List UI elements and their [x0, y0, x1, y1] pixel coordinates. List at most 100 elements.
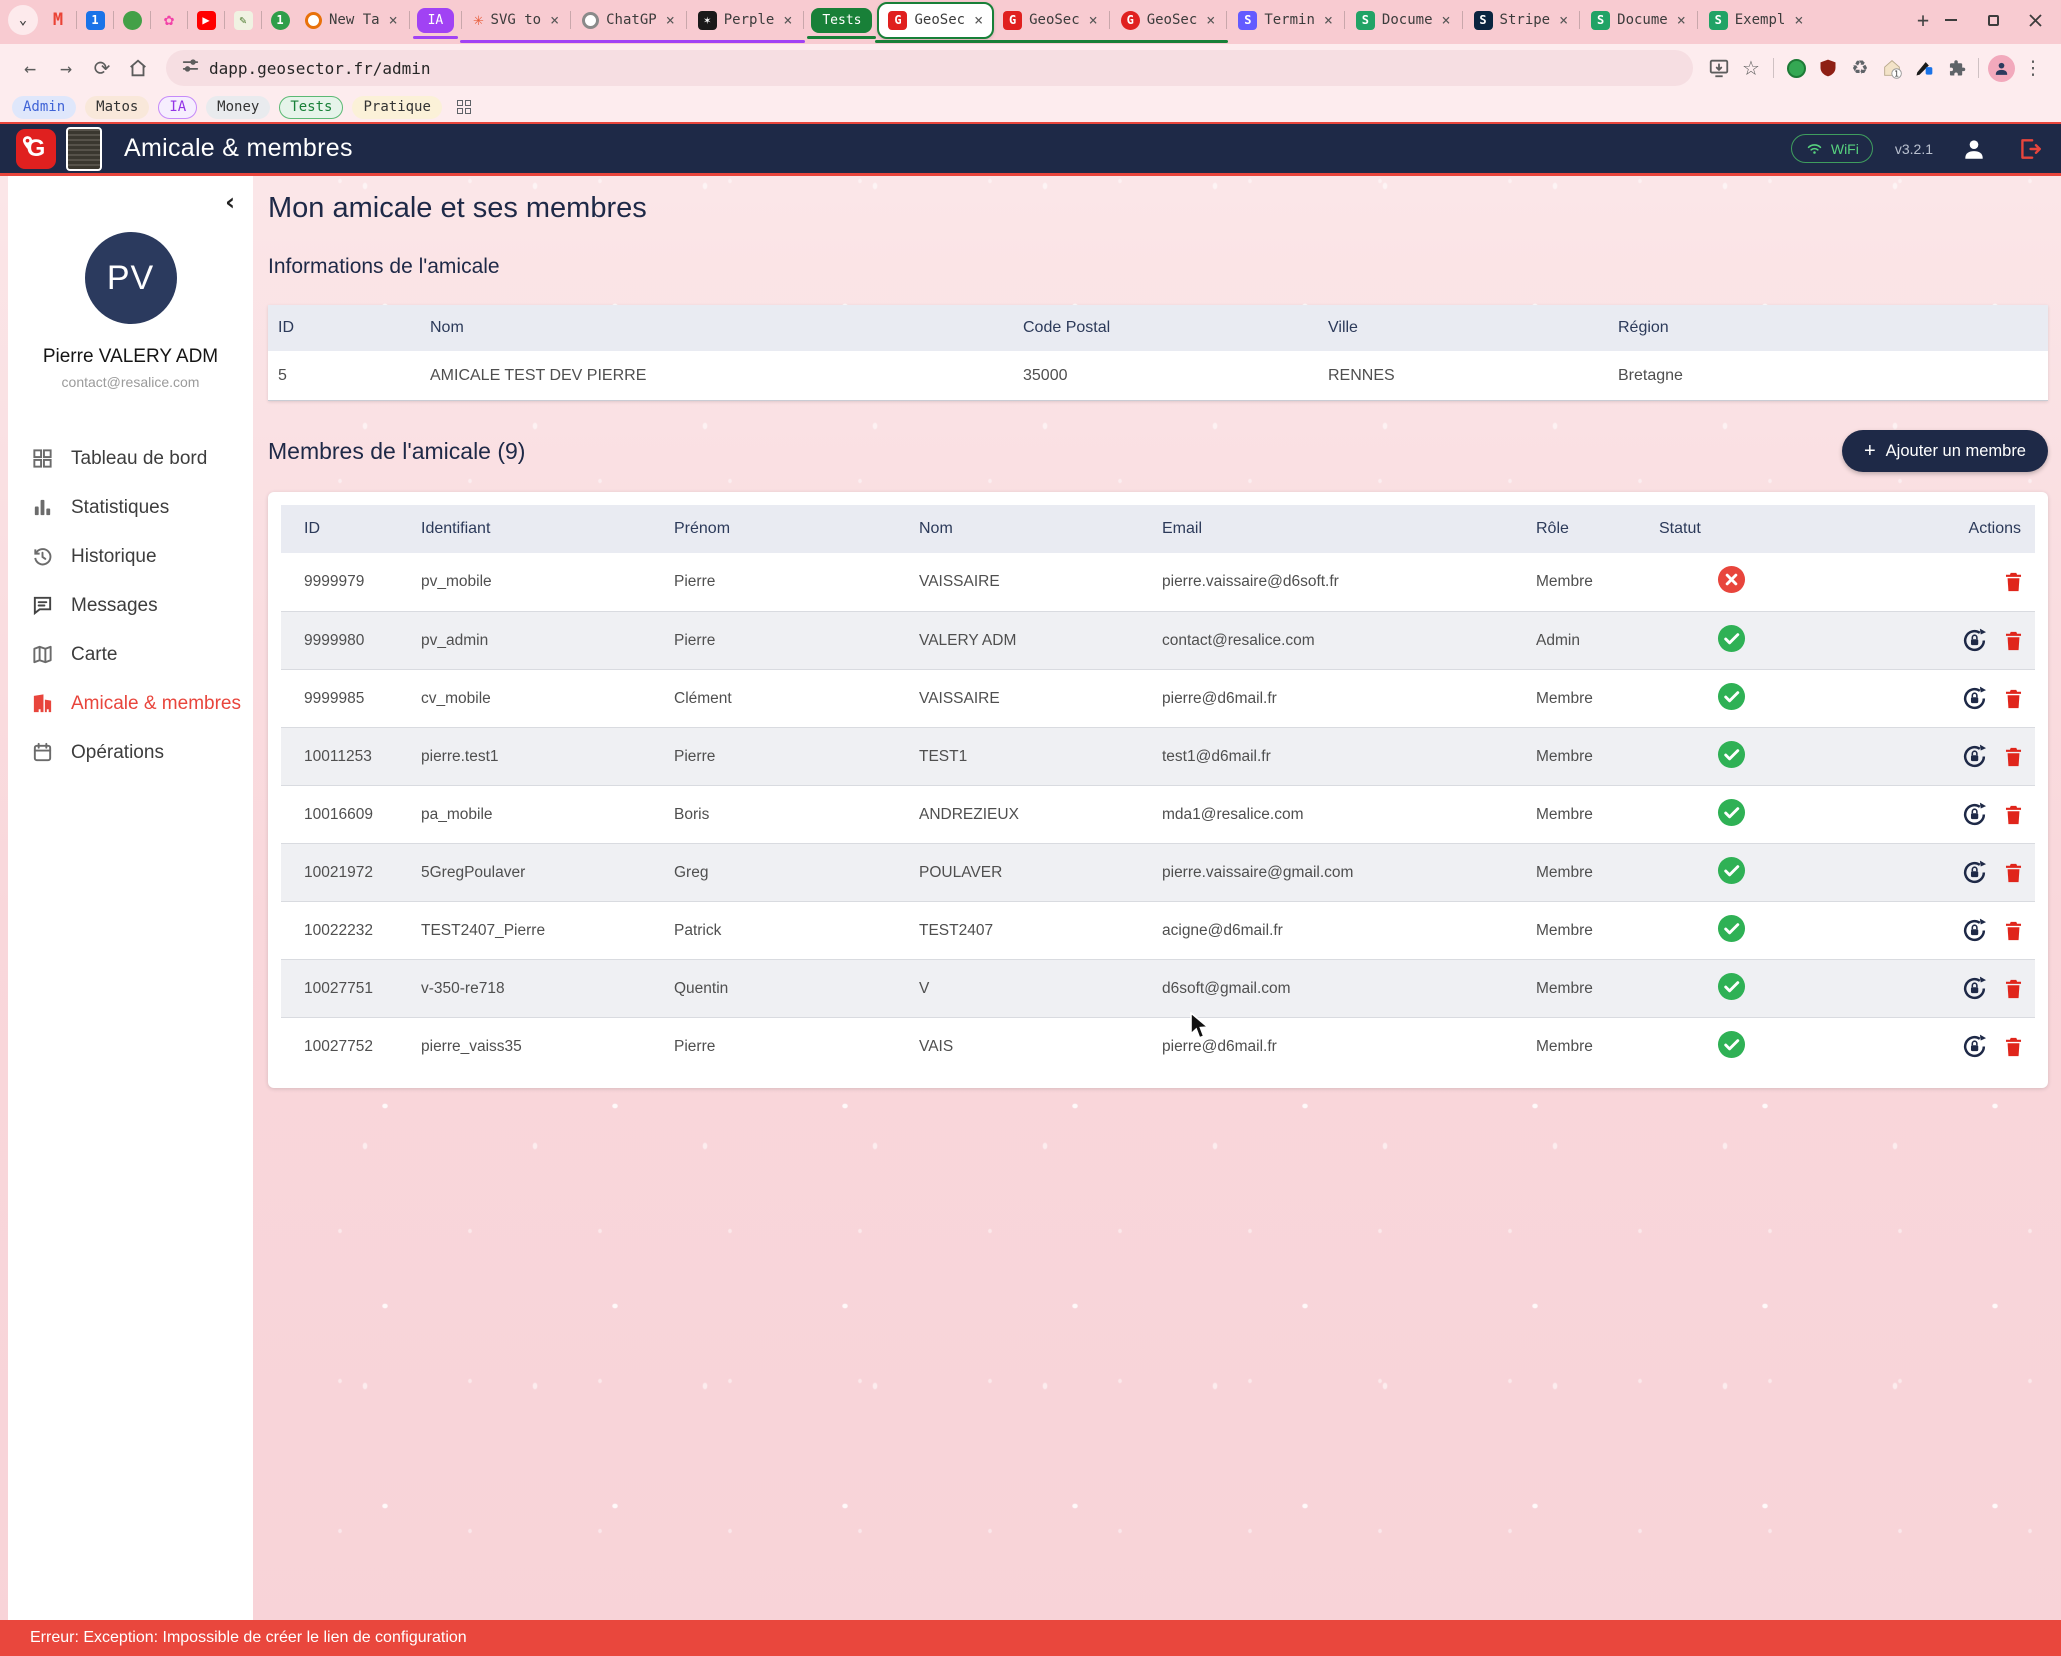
- recycle-extension-icon[interactable]: ♻: [1844, 51, 1876, 85]
- close-tab-icon[interactable]: ×: [666, 11, 675, 29]
- bookmarks-apps-grid-icon[interactable]: [457, 100, 471, 114]
- back-icon[interactable]: ←: [12, 50, 48, 86]
- reset-password-icon[interactable]: [1961, 975, 1988, 1002]
- pinned-tab[interactable]: M: [42, 3, 74, 37]
- url-text[interactable]: dapp.geosector.fr/admin: [209, 59, 431, 78]
- info-column-header: Nom: [430, 319, 1023, 337]
- sidebar-item-op-rations[interactable]: Opérations: [8, 728, 253, 777]
- shield-extension-icon[interactable]: [1812, 51, 1844, 85]
- forward-icon[interactable]: →: [48, 50, 84, 86]
- extensions-puzzle-icon[interactable]: [1940, 51, 1972, 85]
- delete-member-icon[interactable]: [2004, 920, 2023, 942]
- wifi-icon: [1805, 139, 1824, 158]
- close-tab-icon[interactable]: ×: [1089, 11, 1098, 29]
- delete-member-icon[interactable]: [2004, 571, 2023, 593]
- member-id: 9999985: [304, 690, 421, 708]
- member-email: pierre@d6mail.fr: [1162, 690, 1536, 708]
- sidebar-item-tableau-de-bord[interactable]: Tableau de bord: [8, 434, 253, 483]
- calendar-favicon: 1: [86, 11, 105, 30]
- close-tab-icon[interactable]: ×: [783, 11, 792, 29]
- address-bar[interactable]: dapp.geosector.fr/admin: [166, 50, 1693, 86]
- reset-password-icon[interactable]: [1961, 801, 1988, 828]
- tab-docume[interactable]: SDocume×: [1582, 3, 1695, 37]
- reset-password-icon[interactable]: [1961, 1033, 1988, 1060]
- pinned-tab[interactable]: ✿: [153, 3, 185, 37]
- app-version: v3.2.1: [1895, 141, 1933, 157]
- house-extension-icon[interactable]: 1: [1876, 51, 1908, 85]
- close-tab-icon[interactable]: ×: [1559, 11, 1568, 29]
- tab-search-chevron-icon[interactable]: ⌄: [8, 5, 38, 35]
- delete-member-icon[interactable]: [2004, 746, 2023, 768]
- bookmark-tests[interactable]: Tests: [279, 96, 343, 119]
- tab-stripe[interactable]: SStripe×: [1465, 3, 1578, 37]
- sidebar-item-historique[interactable]: Historique: [8, 532, 253, 581]
- close-tab-icon[interactable]: ×: [550, 11, 559, 29]
- pinned-tab[interactable]: 1: [264, 3, 296, 37]
- pinned-tab[interactable]: [116, 3, 148, 37]
- member-id: 10016609: [304, 806, 421, 824]
- bookmark-pratique[interactable]: Pratique: [352, 96, 441, 119]
- tab-chatgp[interactable]: ChatGP×: [573, 3, 684, 37]
- close-tab-icon[interactable]: ×: [1677, 11, 1686, 29]
- reload-icon[interactable]: ⟳: [84, 50, 120, 86]
- reset-password-icon[interactable]: [1961, 917, 1988, 944]
- maximize-icon[interactable]: [1985, 12, 2001, 28]
- member-actions: [1899, 627, 2035, 654]
- close-tab-icon[interactable]: ×: [1206, 11, 1215, 29]
- tab-new-ta[interactable]: New Ta×: [296, 3, 407, 37]
- tab-group-chip-ia[interactable]: IA: [417, 8, 455, 33]
- pinned-tab[interactable]: ✎: [227, 3, 259, 37]
- new-tab-button[interactable]: +: [1917, 8, 1929, 32]
- logout-icon[interactable]: [2015, 134, 2045, 164]
- reset-password-icon[interactable]: [1961, 859, 1988, 886]
- sidebar-item-statistiques[interactable]: Statistiques: [8, 483, 253, 532]
- members-column-header: Statut: [1659, 520, 1899, 538]
- tab-termin[interactable]: STermin×: [1229, 3, 1342, 37]
- minimize-icon[interactable]: [1943, 12, 1959, 28]
- sidebar-item-carte[interactable]: Carte: [8, 630, 253, 679]
- delete-member-icon[interactable]: [2004, 978, 2023, 1000]
- close-tab-icon[interactable]: ×: [1794, 11, 1803, 29]
- tab-svg-to[interactable]: ✳SVG to×: [464, 3, 568, 37]
- bookmark-ia[interactable]: IA: [158, 96, 197, 119]
- reset-password-icon[interactable]: [1961, 627, 1988, 654]
- pinned-tab[interactable]: ▶: [190, 3, 222, 37]
- close-tab-icon[interactable]: ×: [1442, 11, 1451, 29]
- bookmark-admin[interactable]: Admin: [12, 96, 76, 119]
- sidebar-collapse-icon[interactable]: ‹: [225, 190, 235, 214]
- sidebar-item-messages[interactable]: Messages: [8, 581, 253, 630]
- tab-geosec[interactable]: GGeoSec×: [1112, 3, 1225, 37]
- wifi-status-badge: WiFi: [1791, 134, 1873, 163]
- close-tab-icon[interactable]: ×: [389, 11, 398, 29]
- user-account-icon[interactable]: [1959, 134, 1989, 164]
- sidebar-item-amicale-membres[interactable]: Amicale & membres: [8, 679, 253, 728]
- pinned-tab[interactable]: 1: [79, 3, 111, 37]
- bookmark-money[interactable]: Money: [206, 96, 270, 119]
- home-icon[interactable]: [120, 50, 156, 86]
- bookmark-star-icon[interactable]: ☆: [1735, 51, 1767, 85]
- browser-menu-icon[interactable]: ⋮: [2017, 51, 2049, 85]
- close-tab-icon[interactable]: ×: [974, 11, 983, 29]
- delete-member-icon[interactable]: [2004, 630, 2023, 652]
- profile-avatar[interactable]: [1985, 51, 2017, 85]
- reset-password-icon[interactable]: [1961, 743, 1988, 770]
- tab-group-chip-tests[interactable]: Tests: [811, 8, 872, 33]
- delete-member-icon[interactable]: [2004, 688, 2023, 710]
- tab-docume[interactable]: SDocume×: [1347, 3, 1460, 37]
- close-window-icon[interactable]: [2027, 12, 2043, 28]
- site-settings-icon[interactable]: [182, 57, 199, 79]
- tab-geosec[interactable]: GGeoSec×: [994, 3, 1107, 37]
- reset-password-icon[interactable]: [1961, 685, 1988, 712]
- add-member-button[interactable]: + Ajouter un membre: [1842, 430, 2048, 472]
- tab-geosec[interactable]: GGeoSec×: [877, 2, 994, 39]
- delete-member-icon[interactable]: [2004, 862, 2023, 884]
- delete-member-icon[interactable]: [2004, 804, 2023, 826]
- tab-exempl[interactable]: SExempl×: [1700, 3, 1813, 37]
- tab-perple[interactable]: ✶Perple×: [689, 3, 802, 37]
- delete-member-icon[interactable]: [2004, 1036, 2023, 1058]
- extension-green-icon[interactable]: [1780, 51, 1812, 85]
- bookmark-matos[interactable]: Matos: [85, 96, 149, 119]
- install-app-icon[interactable]: [1703, 51, 1735, 85]
- close-tab-icon[interactable]: ×: [1324, 11, 1333, 29]
- pen-extension-icon[interactable]: [1908, 51, 1940, 85]
